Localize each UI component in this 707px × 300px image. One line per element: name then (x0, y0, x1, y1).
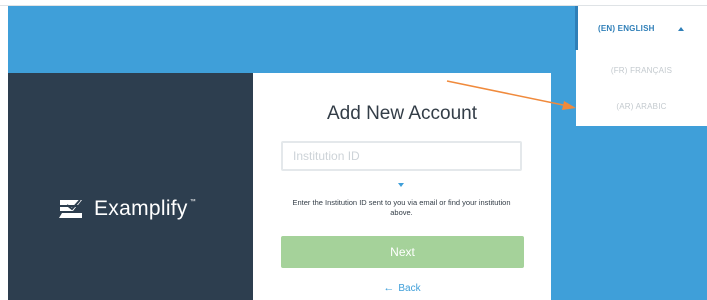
brand-logo: Examplify ™ (58, 193, 196, 225)
next-button[interactable]: Next (281, 236, 524, 268)
brand-panel (8, 73, 253, 300)
chevron-down-icon[interactable] (398, 183, 404, 187)
institution-id-input[interactable] (281, 141, 522, 171)
language-selector[interactable]: (EN) ENGLISH (575, 6, 707, 50)
language-option-french[interactable]: (FR) FRANÇAIS (576, 66, 707, 75)
language-option-arabic[interactable]: (AR) ARABIC (576, 102, 707, 111)
language-menu: (FR) FRANÇAIS (AR) ARABIC (576, 50, 707, 126)
trademark-symbol: ™ (189, 199, 196, 205)
help-text: Enter the Institution ID sent to you via… (292, 198, 511, 217)
examplify-logo-icon (59, 199, 82, 218)
page-title: Add New Account (327, 103, 477, 124)
arrow-left-icon: ← (383, 282, 395, 294)
brand-name: Examplify (94, 197, 188, 220)
chevron-up-icon[interactable] (678, 27, 684, 31)
back-link[interactable]: ← Back (253, 282, 551, 294)
back-label: Back (398, 283, 421, 294)
current-language[interactable]: (EN) ENGLISH (598, 24, 655, 33)
add-account-card: Add New Account Enter the Institution ID… (253, 73, 551, 300)
